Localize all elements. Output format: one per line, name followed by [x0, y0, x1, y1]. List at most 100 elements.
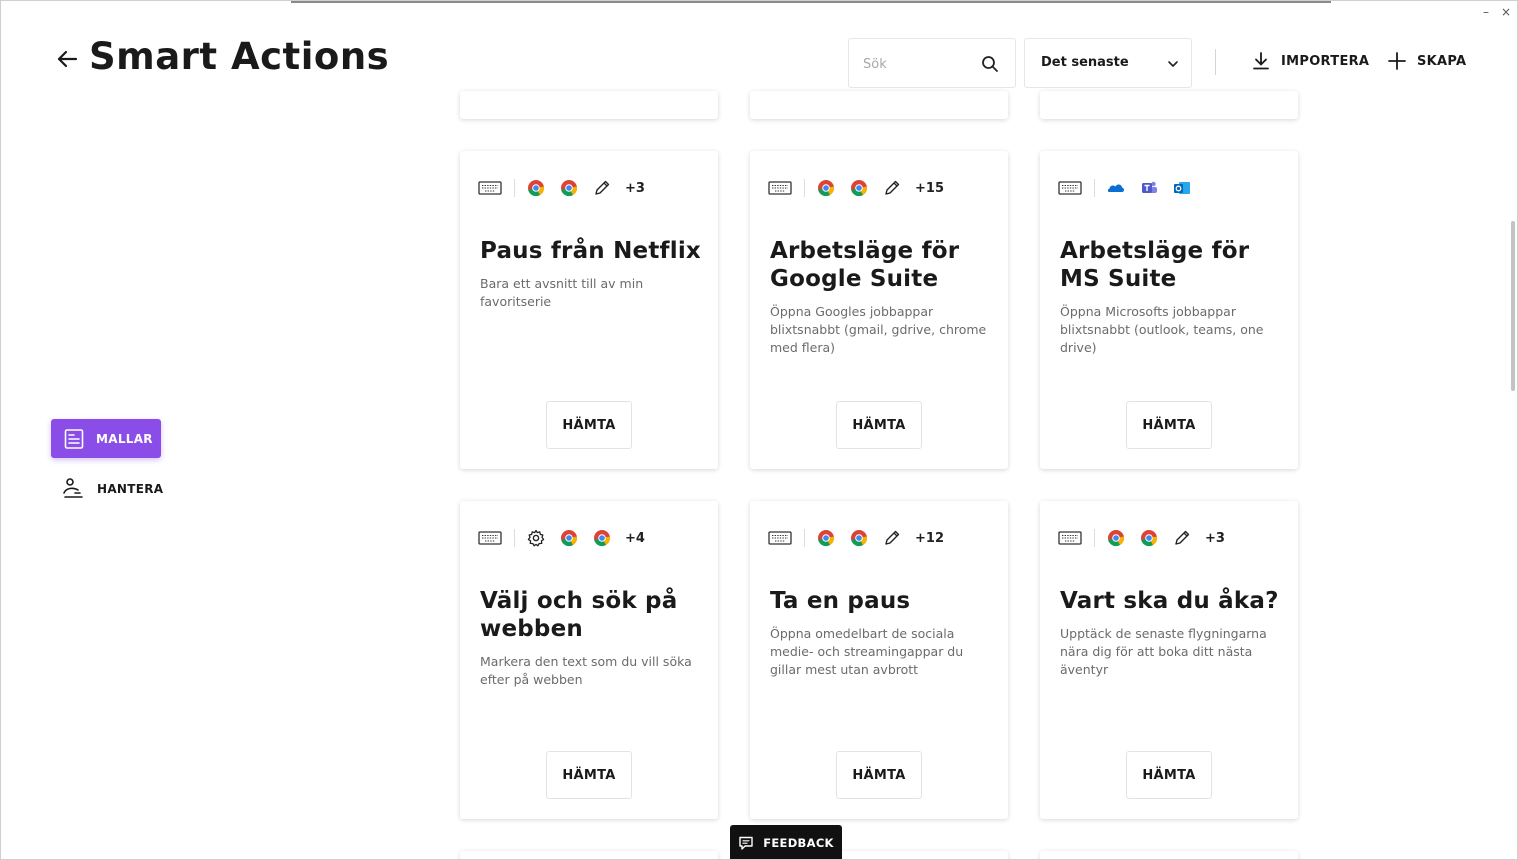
card-partial — [750, 91, 1008, 119]
create-button[interactable]: SKAPA — [1387, 51, 1466, 71]
card-app-icons: +4 — [478, 527, 645, 549]
sidebar-item-label: HANTERA — [97, 482, 164, 496]
get-button[interactable]: HÄMTA — [546, 401, 632, 449]
scrolled-text-remnant — [291, 1, 1331, 3]
card-title: Ta en paus — [770, 588, 911, 614]
chrome-icon — [851, 530, 868, 547]
card-partial — [1040, 91, 1298, 119]
icon-separator — [1094, 529, 1095, 547]
card-description: Öppna omedelbart de sociala medie- och s… — [770, 626, 964, 677]
download-icon — [1253, 52, 1269, 70]
more-apps-count: +15 — [915, 180, 944, 196]
manage-icon — [63, 478, 83, 498]
keyboard-icon — [478, 181, 502, 195]
keyboard-icon — [768, 181, 792, 195]
more-apps-count: +12 — [915, 530, 944, 546]
card-app-icons: +3 — [478, 177, 645, 199]
template-card[interactable]: +12 Ta en paus Öppna omedelbart de socia… — [750, 501, 1008, 819]
get-button[interactable]: HÄMTA — [1126, 751, 1212, 799]
more-apps-count: +3 — [625, 180, 645, 196]
search-box[interactable] — [848, 38, 1016, 88]
icon-separator — [1094, 179, 1095, 197]
search-input[interactable] — [863, 53, 983, 75]
card-app-icons — [1058, 177, 1206, 199]
search-icon[interactable] — [981, 55, 999, 73]
chrome-icon — [1141, 530, 1158, 547]
card-title: Paus från Netflix — [480, 238, 701, 264]
icon-separator — [804, 179, 805, 197]
icon-separator — [804, 529, 805, 547]
get-button[interactable]: HÄMTA — [546, 751, 632, 799]
feedback-button[interactable]: FEEDBACK — [730, 825, 842, 859]
app-window: – × Smart Actions Det senaste IMPORTERA … — [0, 0, 1518, 860]
import-button-label: IMPORTERA — [1281, 53, 1370, 69]
get-button[interactable]: HÄMTA — [1126, 401, 1212, 449]
window-controls: – × — [1483, 5, 1511, 19]
onedrive-icon — [1107, 184, 1124, 192]
sidebar-item-mallar[interactable]: MALLAR — [51, 419, 161, 458]
template-card[interactable]: +3 Paus från Netflix Bara ett avsnitt ti… — [460, 151, 718, 469]
chrome-icon — [594, 530, 611, 547]
card-description: Upptäck de senaste flygningarna nära dig… — [1060, 626, 1267, 677]
card-title: Arbetsläge för Google Suite — [770, 238, 960, 292]
keyboard-icon — [1058, 181, 1082, 195]
card-app-icons: +3 — [1058, 527, 1225, 549]
create-button-label: SKAPA — [1417, 53, 1467, 69]
close-button[interactable]: × — [1501, 5, 1511, 19]
pencil-icon — [885, 180, 900, 195]
card-description: Öppna Googles jobbappar blixtsnabbt (gma… — [770, 304, 987, 355]
pencil-icon — [885, 530, 900, 545]
icon-separator — [514, 529, 515, 547]
keyboard-icon — [478, 531, 502, 545]
chevron-down-icon — [1168, 61, 1178, 67]
chrome-icon — [851, 180, 868, 197]
chrome-icon — [1108, 530, 1125, 547]
scrollbar-thumb[interactable] — [1511, 221, 1515, 391]
keyboard-icon — [768, 531, 792, 545]
template-card[interactable]: +4 Välj och sök på webben Markera den te… — [460, 501, 718, 819]
sidebar-item-hantera[interactable]: HANTERA — [61, 477, 163, 501]
teams-icon — [1142, 181, 1157, 193]
template-card[interactable]: Arbetsläge för MS Suite Öppna Microsofts… — [1040, 151, 1298, 469]
card-description: Markera den text som du vill söka efter … — [480, 654, 692, 687]
icon-separator — [514, 179, 515, 197]
minimize-button[interactable]: – — [1483, 5, 1489, 19]
card-description: Öppna Microsofts jobbappar blixtsnabbt (… — [1060, 304, 1264, 355]
import-button[interactable]: IMPORTERA — [1251, 51, 1369, 71]
scrollbar-track[interactable] — [1509, 101, 1515, 856]
card-partial — [1040, 851, 1298, 859]
header-divider — [1215, 49, 1216, 75]
chrome-icon — [561, 180, 578, 197]
get-button[interactable]: HÄMTA — [836, 401, 922, 449]
chrome-icon — [561, 530, 578, 547]
chrome-icon — [528, 180, 545, 197]
chrome-icon — [818, 530, 835, 547]
card-title: Vart ska du åka? — [1060, 588, 1279, 614]
get-button[interactable]: HÄMTA — [836, 751, 922, 799]
back-arrow-icon[interactable] — [55, 45, 79, 73]
plus-icon — [1388, 52, 1406, 70]
template-icon — [64, 428, 84, 449]
card-app-icons: +15 — [768, 177, 944, 199]
card-title: Arbetsläge för MS Suite — [1060, 238, 1250, 292]
chrome-icon — [818, 180, 835, 197]
sort-dropdown[interactable]: Det senaste — [1024, 38, 1192, 88]
outlook-icon — [1174, 182, 1190, 194]
card-partial — [460, 851, 718, 859]
card-app-icons: +12 — [768, 527, 944, 549]
card-partial — [460, 91, 718, 119]
card-title: Välj och sök på webben — [480, 588, 678, 642]
more-apps-count: +4 — [625, 530, 645, 546]
more-apps-count: +3 — [1205, 530, 1225, 546]
sidebar-item-label: MALLAR — [96, 431, 153, 446]
pencil-icon — [1175, 530, 1190, 545]
feedback-label: FEEDBACK — [763, 836, 834, 850]
keyboard-icon — [1058, 531, 1082, 545]
template-card[interactable]: +15 Arbetsläge för Google Suite Öppna Go… — [750, 151, 1008, 469]
page-title: Smart Actions — [89, 35, 390, 78]
card-description: Bara ett avsnitt till av min favoritseri… — [480, 276, 644, 309]
gear-icon — [527, 529, 545, 547]
feedback-icon — [739, 836, 753, 850]
template-card[interactable]: +3 Vart ska du åka? Upptäck de senaste f… — [1040, 501, 1298, 819]
pencil-icon — [595, 180, 610, 195]
